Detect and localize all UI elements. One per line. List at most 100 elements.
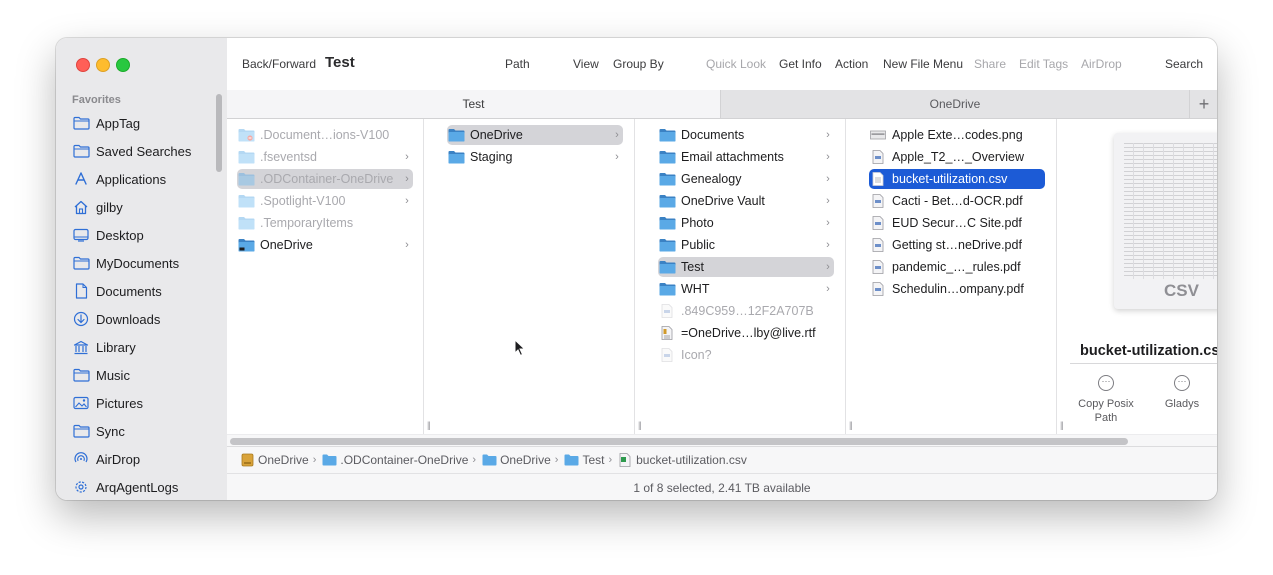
item-name: Public xyxy=(681,238,716,252)
finder-window: Favorites AppTag Saved Searches Applicat… xyxy=(56,38,1217,500)
list-item[interactable]: Genealogy › xyxy=(658,169,834,189)
list-item[interactable]: Photo › xyxy=(658,213,834,233)
group-by-button[interactable]: Group By xyxy=(613,57,664,71)
sidebar-item-library[interactable]: Library xyxy=(72,336,217,358)
sidebar-item-desktop[interactable]: Desktop xyxy=(72,224,217,246)
breadcrumb-onedrive-drive[interactable]: OneDrive xyxy=(239,453,309,467)
list-item[interactable]: Documents › xyxy=(658,125,834,145)
airdrop-button[interactable]: AirDrop xyxy=(1081,57,1122,71)
library-icon xyxy=(72,339,90,355)
column-3: Documents › Email attachments › Genealog… xyxy=(648,119,853,434)
chevron-right-icon: › xyxy=(615,129,619,141)
minimize-button[interactable] xyxy=(96,58,110,72)
item-name: .849C959…12F2A707B xyxy=(681,304,814,318)
list-item[interactable]: OneDrive Vault › xyxy=(658,191,834,211)
folder-icon xyxy=(237,193,255,209)
chevron-right-icon: › xyxy=(826,173,830,185)
copy-posix-path-button[interactable]: ⋯ Copy Posix Path xyxy=(1071,375,1141,425)
sidebar-item-label: Downloads xyxy=(96,311,161,327)
sidebar-item-sync[interactable]: Sync xyxy=(72,420,217,442)
column-resize-handle[interactable]: || xyxy=(849,420,853,430)
tab-onedrive[interactable]: OneDrive xyxy=(721,90,1189,118)
action-button[interactable]: Action xyxy=(835,57,868,71)
list-item[interactable]: .fseventsd › xyxy=(237,147,413,167)
edit-tags-button[interactable]: Edit Tags xyxy=(1019,57,1068,71)
sidebar-item-downloads[interactable]: Downloads xyxy=(72,308,217,330)
item-name: OneDrive xyxy=(260,238,313,252)
sidebar-item-apptag[interactable]: AppTag xyxy=(72,112,217,134)
list-item[interactable]: Public › xyxy=(658,235,834,255)
sidebar-item-mydocuments[interactable]: MyDocuments xyxy=(72,252,217,274)
chevron-right-icon: › xyxy=(826,217,830,229)
sidebar-item-documents[interactable]: Documents xyxy=(72,280,217,302)
close-button[interactable] xyxy=(76,58,90,72)
share-button[interactable]: Share xyxy=(974,57,1006,71)
list-item[interactable]: OneDrive › xyxy=(237,235,413,255)
csv-file-icon xyxy=(869,171,887,187)
list-item[interactable]: Staging › xyxy=(447,147,623,167)
sidebar-scrollbar[interactable] xyxy=(216,94,222,172)
new-file-menu-button[interactable]: New File Menu xyxy=(883,57,963,71)
breadcrumb-onedrive[interactable]: OneDrive xyxy=(481,453,551,467)
list-item[interactable]: Schedulin…ompany.pdf xyxy=(869,279,1045,299)
list-item[interactable]: Icon? xyxy=(658,345,834,365)
preview-file-name: bucket-utilization.csv xyxy=(1080,343,1217,359)
list-item[interactable]: Email attachments › xyxy=(658,147,834,167)
sidebar-item-applications[interactable]: Applications xyxy=(72,168,217,190)
item-name: .Spotlight-V100 xyxy=(260,194,346,208)
document-file-icon xyxy=(869,259,887,275)
breadcrumb-odcontainer[interactable]: .ODContainer-OneDrive xyxy=(321,453,468,467)
sidebar-item-label: MyDocuments xyxy=(96,255,180,271)
list-item[interactable]: Apple Exte…codes.png xyxy=(869,125,1045,145)
list-item[interactable]: .Document…ions-V100 xyxy=(237,125,413,145)
list-item-selected[interactable]: bucket-utilization.csv xyxy=(869,169,1045,189)
list-item[interactable]: OneDrive › xyxy=(447,125,623,145)
folder-icon xyxy=(658,149,676,165)
list-item[interactable]: .ODContainer-OneDrive › xyxy=(237,169,413,189)
back-forward-button[interactable]: Back/Forward xyxy=(242,57,316,71)
sidebar-item-music[interactable]: Music xyxy=(72,364,217,386)
scrollbar-thumb[interactable] xyxy=(230,438,1128,445)
item-name: Email attachments xyxy=(681,150,784,164)
list-item[interactable]: EUD Secur…C Site.pdf xyxy=(869,213,1045,233)
column-resize-handle[interactable]: || xyxy=(427,420,431,430)
item-name: .TemporaryItems xyxy=(260,216,354,230)
gladys-button[interactable]: ⋯ Gladys xyxy=(1147,375,1217,411)
item-name: .fseventsd xyxy=(260,150,317,164)
list-item[interactable]: .849C959…12F2A707B xyxy=(658,301,834,321)
get-info-button[interactable]: Get Info xyxy=(779,57,822,71)
new-tab-button[interactable]: + xyxy=(1189,90,1217,118)
zoom-button[interactable] xyxy=(116,58,130,72)
list-item[interactable]: WHT › xyxy=(658,279,834,299)
quick-look-button[interactable]: Quick Look xyxy=(706,57,766,71)
sidebar-item-gilby[interactable]: gilby xyxy=(72,196,217,218)
breadcrumb-label: OneDrive xyxy=(500,453,551,467)
list-item[interactable]: =OneDrive…lby@live.rtf xyxy=(658,323,834,343)
list-item[interactable]: pandemic_…_rules.pdf xyxy=(869,257,1045,277)
sidebar-item-pictures[interactable]: Pictures xyxy=(72,392,217,414)
list-item[interactable]: Apple_T2_…_Overview xyxy=(869,147,1045,167)
tab-test[interactable]: Test xyxy=(227,90,721,118)
sidebar-item-label: Sync xyxy=(96,423,125,439)
path-button[interactable]: Path xyxy=(505,57,530,71)
view-button[interactable]: View xyxy=(573,57,599,71)
list-item[interactable]: Cacti - Bet…d-OCR.pdf xyxy=(869,191,1045,211)
list-item[interactable]: Getting st…neDrive.pdf xyxy=(869,235,1045,255)
column-resize-handle[interactable]: || xyxy=(638,420,642,430)
list-item[interactable]: .TemporaryItems xyxy=(237,213,413,233)
document-file-icon xyxy=(869,215,887,231)
item-name: EUD Secur…C Site.pdf xyxy=(892,216,1022,230)
drive-icon xyxy=(239,453,255,467)
search-button[interactable]: Search xyxy=(1165,57,1203,71)
column-resize-handle[interactable]: || xyxy=(1060,420,1064,430)
breadcrumb-file[interactable]: bucket-utilization.csv xyxy=(617,453,747,467)
breadcrumb-test[interactable]: Test xyxy=(563,453,604,467)
document-file-icon xyxy=(869,237,887,253)
sidebar-item-airdrop[interactable]: AirDrop xyxy=(72,448,217,470)
sidebar-item-saved-searches[interactable]: Saved Searches xyxy=(72,140,217,162)
folder-icon xyxy=(563,453,579,467)
sidebar-item-arqagentlogs[interactable]: ArqAgentLogs xyxy=(72,476,217,498)
sidebar-item-label: ArqAgentLogs xyxy=(96,479,179,495)
list-item[interactable]: Test › xyxy=(658,257,834,277)
list-item[interactable]: .Spotlight-V100 › xyxy=(237,191,413,211)
